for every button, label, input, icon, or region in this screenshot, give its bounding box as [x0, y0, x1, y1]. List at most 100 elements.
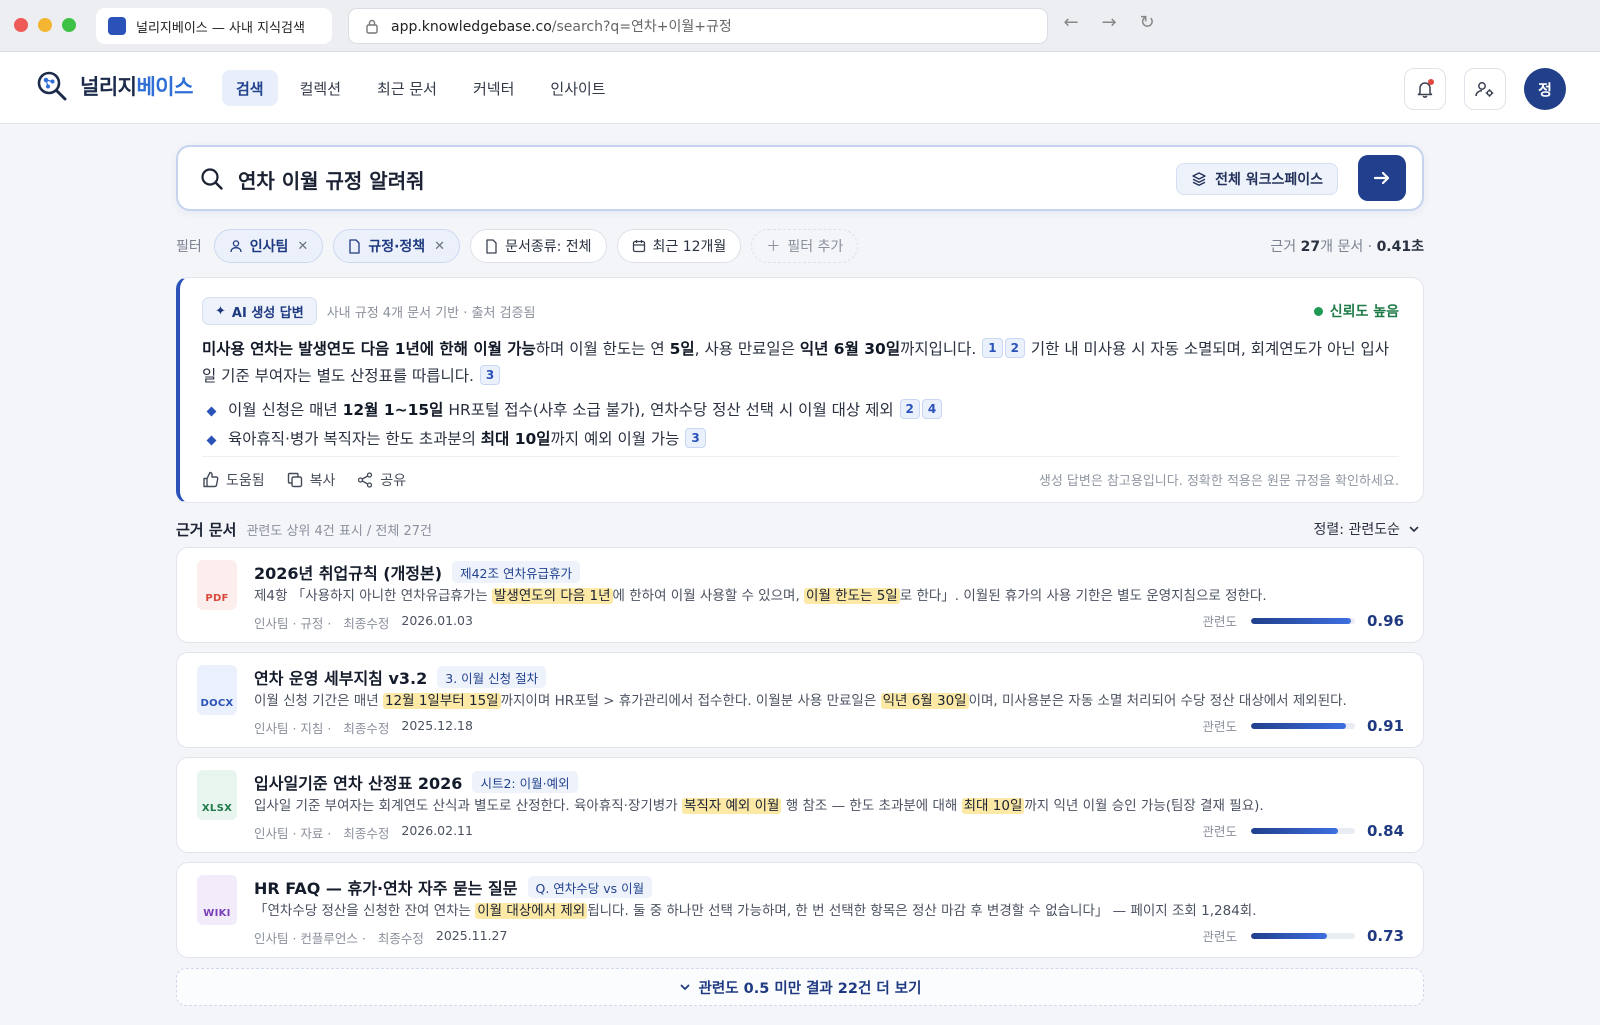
- filter-chip-policy-label: 규정·정책: [368, 239, 426, 255]
- ai-answer-bullet: 육아휴직·병가 복직자는 한도 초과분의 최대 10일까지 예외 이월 가능 3: [202, 425, 1399, 454]
- back-arrow-icon[interactable]: ←: [1060, 12, 1082, 33]
- logo-text-primary: 널리지: [80, 75, 137, 99]
- calendar-icon: [632, 240, 645, 253]
- reload-icon[interactable]: ↻: [1136, 12, 1158, 33]
- relevance-bar: [1251, 932, 1355, 939]
- section-title: 근거 문서: [176, 520, 237, 539]
- users-settings-icon: [1475, 82, 1494, 97]
- nav-connectors[interactable]: 커넥터: [459, 70, 528, 106]
- citation-badge[interactable]: 2: [1004, 338, 1025, 358]
- relevance-bar: [1251, 617, 1355, 624]
- search-submit-button[interactable]: [1358, 155, 1406, 201]
- search-bar: 전체 워크스페이스: [176, 145, 1424, 211]
- workspace-scope-label: 전체 워크스페이스: [1215, 172, 1323, 188]
- filter-chip-doctype-label: 문서종류: 전체: [505, 239, 592, 255]
- address-bar[interactable]: app.knowledgebase.co/search?q=연차+이월+규정: [348, 8, 1048, 44]
- minimize-window-button[interactable]: [38, 18, 52, 32]
- remove-filter-icon[interactable]: ✕: [434, 239, 445, 254]
- relevance-indicator: 관련도 0.91: [1202, 716, 1405, 735]
- result-snippet: 이월 신청 기간은 매년 12월 1일부터 15일 까지이며 HR포털 > 휴가관…: [254, 693, 1347, 709]
- result-meta: 인사팀 · 자료 · 최종수정 2026.02.11: [254, 823, 473, 841]
- browser-nav: ← → ↻: [1060, 12, 1158, 33]
- window-controls: [14, 18, 76, 32]
- citation-badge[interactable]: 2: [899, 399, 920, 419]
- section-tag: 3. 이월 신청 절차: [437, 666, 547, 688]
- filter-chip-policy[interactable]: 규정·정책 ✕: [333, 229, 461, 263]
- nav-collections[interactable]: 컬렉션: [286, 70, 355, 106]
- citation-badge[interactable]: 4: [921, 399, 943, 419]
- forward-arrow-icon[interactable]: →: [1098, 12, 1120, 33]
- xlsx-file-icon: XLSX: [197, 770, 237, 820]
- show-more-results-button[interactable]: 관련도 0.5 미만 결과 22건 더 보기: [176, 968, 1424, 1006]
- citation-badge[interactable]: 3: [479, 365, 501, 385]
- chevron-down-icon: [680, 984, 689, 991]
- maximize-window-button[interactable]: [62, 18, 76, 32]
- result-title[interactable]: 2026년 취업규칙 (개정본): [254, 560, 442, 584]
- filter-bar: 필터 인사팀 ✕ 규정·정책 ✕ 문서종류: 전체 최근 12개월 ＋ 필터 추…: [176, 228, 1424, 264]
- result-title[interactable]: 연차 운영 세부지침 v3.2: [254, 665, 427, 689]
- user-avatar[interactable]: 정: [1524, 68, 1566, 110]
- nav-recent-docs[interactable]: 최근 문서: [363, 70, 451, 106]
- ai-answer-badge: ✦ AI 생성 답변: [202, 297, 317, 325]
- filter-chip-doctype[interactable]: 문서종류: 전체: [470, 229, 607, 263]
- result-card[interactable]: PDF 2026년 취업규칙 (개정본) 제42조 연차유급휴가 제4항 「사용…: [176, 547, 1424, 643]
- remove-filter-icon[interactable]: ✕: [297, 239, 308, 254]
- nav-search[interactable]: 검색: [222, 70, 278, 106]
- highlight: 이월 대상에서 제외: [475, 903, 588, 919]
- result-card[interactable]: DOCX 연차 운영 세부지침 v3.2 3. 이월 신청 절차 이월 신청 기…: [176, 652, 1424, 748]
- modified-date: 2026.01.03: [401, 613, 473, 628]
- search-icon: [201, 168, 223, 190]
- logo[interactable]: 널리지베이스: [36, 70, 193, 102]
- search-input[interactable]: [238, 163, 1138, 195]
- logo-search-icon: [37, 71, 67, 101]
- ai-answer-source: 사내 규정 4개 문서 기반 · 출처 검증됨: [326, 305, 536, 321]
- admin-settings-button[interactable]: [1464, 68, 1506, 110]
- diamond-bullet-icon: [206, 435, 217, 446]
- filter-label: 필터: [176, 239, 202, 255]
- section-tag: 제42조 연차유급휴가: [452, 561, 580, 583]
- result-title[interactable]: HR FAQ — 휴가·연차 자주 묻는 질문: [254, 875, 518, 899]
- ai-answer-bullets: 이월 신청은 매년 12월 1~15일 HR포털 접수(사후 소급 불가), 연…: [202, 396, 1399, 454]
- result-card[interactable]: WIKI HR FAQ — 휴가·연차 자주 묻는 질문 Q. 연차수당 vs …: [176, 862, 1424, 958]
- pdf-file-icon: PDF: [197, 560, 237, 610]
- relevance-score: 0.84: [1367, 821, 1405, 840]
- filter-chip-date[interactable]: 최근 12개월: [616, 229, 742, 263]
- tab-title: 널리지베이스 — 사내 지식검색: [136, 20, 305, 36]
- notifications-button[interactable]: [1404, 68, 1446, 110]
- helpful-button[interactable]: 도움됨: [202, 470, 265, 490]
- section-tag: Q. 연차수당 vs 이월: [527, 876, 653, 898]
- diamond-bullet-icon: [206, 406, 217, 417]
- modified-date: 2026.02.11: [401, 823, 473, 838]
- add-filter-button[interactable]: ＋ 필터 추가: [751, 229, 859, 263]
- share-button[interactable]: 공유: [357, 470, 406, 490]
- workspace-scope-button[interactable]: 전체 워크스페이스: [1176, 163, 1338, 195]
- citation-badge[interactable]: 3: [685, 428, 706, 448]
- result-card[interactable]: XLSX 입사일기준 연차 산정표 2026 시트2: 이월·예외 입사일 기준…: [176, 757, 1424, 853]
- highlight: 익년 6월 30일: [880, 693, 969, 709]
- copy-icon: [287, 472, 302, 487]
- modified-date: 2025.11.27: [435, 928, 508, 943]
- result-snippet: 제4항 「사용하지 아니한 연차유급휴가는 발생연도의 다음 1년 에 한하여 이…: [254, 588, 1267, 604]
- status-dot-icon: [1313, 306, 1323, 316]
- relevance-score: 0.91: [1367, 716, 1405, 735]
- relevance-indicator: 관련도 0.73: [1202, 926, 1405, 945]
- url-path: /search?q=연차+이월+규정: [551, 19, 732, 35]
- relevance-indicator: 관련도 0.96: [1202, 611, 1405, 630]
- ai-disclaimer: 생성 답변은 참고용입니다. 정확한 적용은 원문 규정을 확인하세요.: [1038, 474, 1399, 489]
- browser-tab[interactable]: 널리지베이스 — 사내 지식검색: [96, 8, 332, 44]
- close-window-button[interactable]: [14, 18, 28, 32]
- plus-icon: ＋: [766, 239, 781, 255]
- nav-insights[interactable]: 인사이트: [536, 70, 619, 106]
- highlight: 최대 10일: [961, 798, 1025, 814]
- filter-chip-team[interactable]: 인사팀 ✕: [213, 229, 324, 263]
- copy-button[interactable]: 복사: [287, 470, 335, 490]
- relevance-score: 0.96: [1367, 611, 1405, 630]
- ai-answer-summary: 미사용 연차는 발생연도 다음 1년에 한해 이월 가능하며 이월 한도는 연 …: [202, 338, 1389, 385]
- lock-icon: [366, 19, 378, 34]
- ai-answer-actions: 도움됨 복사 공유 생성 답변은 참고용입니다. 정확한 적용은 원문 규정을 …: [202, 456, 1399, 502]
- filter-chip-team-label: 인사팀: [249, 239, 289, 255]
- result-title[interactable]: 입사일기준 연차 산정표 2026: [254, 770, 462, 794]
- sort-dropdown[interactable]: 정렬: 관련도순: [1314, 519, 1420, 539]
- relevance-indicator: 관련도 0.84: [1202, 821, 1405, 840]
- citation-badge[interactable]: 1: [982, 338, 1003, 358]
